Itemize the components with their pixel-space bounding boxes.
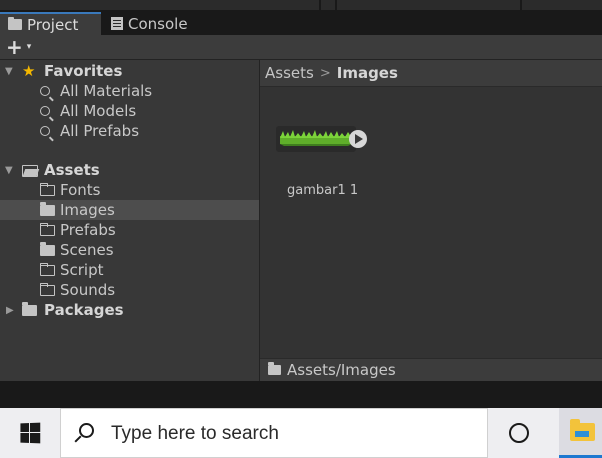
folder-icon (268, 362, 281, 375)
window-bottom-edge (0, 381, 602, 408)
expand-arrow-icon[interactable]: ▼ (5, 66, 13, 77)
tree-item-fonts[interactable]: Fonts (0, 180, 259, 200)
toolbar-segment (0, 0, 319, 10)
folder-icon (22, 301, 37, 316)
collapse-arrow-icon[interactable]: ▶ (6, 305, 14, 316)
tab-project-label: Project (27, 15, 79, 34)
tab-bar: Project Console (0, 12, 602, 35)
taskbar-search-box[interactable]: Type here to search (60, 408, 488, 458)
folder-empty-icon (40, 222, 55, 236)
plus-icon: + (6, 35, 23, 59)
create-asset-button[interactable]: + ▾ (6, 37, 42, 57)
tree-item-label: Images (60, 201, 115, 219)
file-explorer-button[interactable] (559, 408, 602, 458)
tree-item-label: All Prefabs (60, 122, 140, 140)
breadcrumb: Assets > Images (260, 60, 602, 87)
tree-item-label: All Models (60, 102, 137, 120)
project-toolbar: + ▾ (0, 35, 602, 60)
tree-item-prefabs[interactable]: Prefabs (0, 220, 259, 240)
grass-sprite-thumbnail (276, 126, 367, 152)
search-icon (40, 106, 50, 116)
tree-item-favorites[interactable]: ▼ ★ Favorites (0, 61, 259, 81)
file-explorer-icon (570, 419, 595, 441)
tree-item-label: Favorites (44, 62, 123, 80)
tree-item-script[interactable]: Script (0, 260, 259, 280)
asset-name: gambar1 1 (287, 183, 359, 198)
tree-item-label: Script (60, 261, 104, 279)
folder-icon (8, 17, 22, 30)
breadcrumb-root[interactable]: Assets (265, 64, 314, 82)
tree-item-label: Sounds (60, 281, 116, 299)
expand-arrow-icon[interactable]: ▼ (5, 165, 13, 176)
tree-item-label: Fonts (60, 181, 101, 199)
tab-console[interactable]: Console (103, 12, 203, 35)
folder-icon (40, 241, 55, 256)
cortana-icon[interactable] (509, 423, 529, 443)
folder-empty-icon (40, 282, 55, 296)
asset-tile[interactable]: gambar1 1 (276, 124, 372, 204)
toolbar-segment (337, 0, 520, 10)
console-icon (111, 17, 123, 30)
project-tree: ▼ ★ Favorites All Materials All Models A… (0, 60, 259, 381)
tree-item-label: Assets (44, 161, 100, 179)
breadcrumb-current[interactable]: Images (337, 64, 398, 82)
search-icon (79, 423, 94, 438)
tree-item-label: Scenes (60, 241, 114, 259)
tree-item-all-materials[interactable]: All Materials (0, 81, 259, 101)
search-placeholder: Type here to search (111, 423, 279, 444)
toolbar-segment (522, 0, 602, 10)
chevron-down-icon: ▾ (26, 42, 32, 52)
tree-item-label: Packages (44, 301, 124, 319)
tree-item-label: Prefabs (60, 221, 116, 239)
top-strip (0, 0, 602, 12)
tree-item-all-prefabs[interactable]: All Prefabs (0, 121, 259, 141)
toolbar-segment (321, 0, 335, 10)
asset-browser: Assets > Images gambar1 1 Assets/Images (260, 60, 602, 381)
tree-item-sounds[interactable]: Sounds (0, 280, 259, 300)
folder-open-icon (22, 164, 38, 177)
tab-console-label: Console (128, 14, 188, 33)
chevron-right-icon: > (319, 65, 331, 81)
tree-item-assets[interactable]: ▼ Assets (0, 160, 259, 180)
asset-path: Assets/Images (287, 361, 396, 379)
tree-item-scenes[interactable]: Scenes (0, 240, 259, 260)
folder-empty-icon (40, 262, 55, 276)
tree-item-all-models[interactable]: All Models (0, 101, 259, 121)
windows-taskbar: Type here to search (0, 408, 602, 458)
star-icon: ★ (22, 62, 36, 80)
tab-project[interactable]: Project (0, 12, 101, 35)
tree-item-packages[interactable]: ▶ Packages (0, 300, 259, 320)
tree-item-label: All Materials (60, 82, 153, 100)
tree-item-images[interactable]: Images (0, 200, 259, 220)
search-icon (40, 126, 50, 136)
windows-start-button[interactable] (0, 408, 60, 458)
folder-empty-icon (40, 182, 55, 196)
windows-start-icon (20, 422, 41, 444)
folder-icon (40, 201, 55, 216)
asset-path-bar: Assets/Images (260, 358, 602, 381)
search-icon (40, 86, 50, 96)
